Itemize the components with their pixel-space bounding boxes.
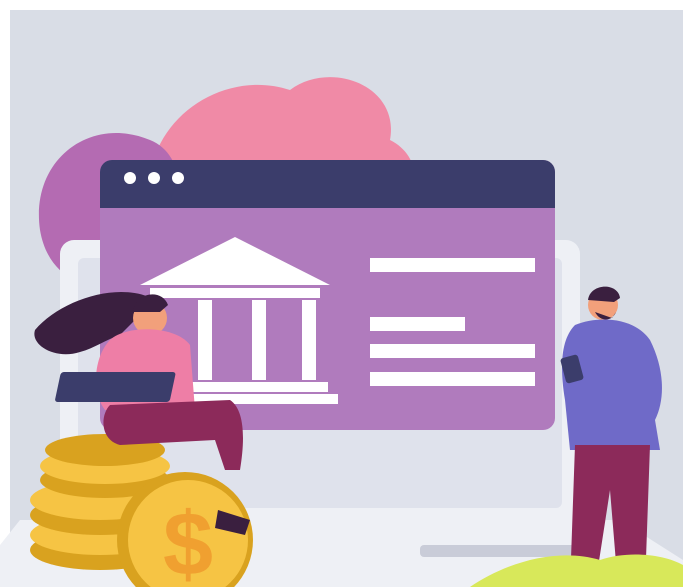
laptop-trackpad [420,545,580,557]
window-controls-icon [124,172,184,184]
text-line-1 [370,258,535,272]
man-shirt [562,319,662,450]
laptop-small [55,372,176,402]
dollar-sign-icon: $ [163,495,213,587]
online-banking-illustration: $ [0,0,683,587]
text-line-2 [370,317,465,331]
browser-titlebar-fill [100,190,555,208]
text-line-4 [370,372,535,386]
illustration-stage: $ [0,0,683,587]
text-line-3 [370,344,535,358]
